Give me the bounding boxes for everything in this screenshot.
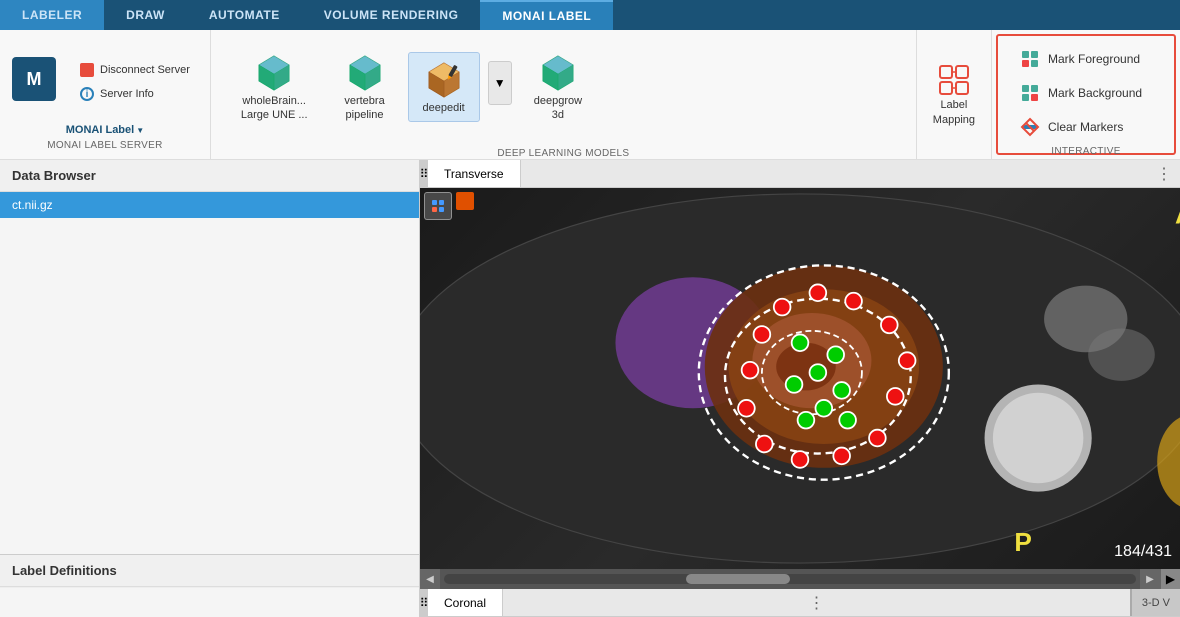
viewport-toolbar [424, 192, 474, 220]
mark-foreground-button[interactable]: Mark Foreground [1010, 44, 1162, 74]
mark-background-label: Mark Background [1048, 86, 1142, 100]
viewport-tabs: ⠿ Transverse ⋮ [420, 160, 1180, 188]
interactive-section: Mark Foreground Mark Background [996, 34, 1176, 155]
clear-markers-button[interactable]: Clear Markers [1010, 112, 1162, 142]
server-info-label: Server Info [100, 88, 154, 100]
dl-models-container: wholeBrain...Large UNE ... vertebrapipel… [211, 30, 916, 144]
file-item-ct[interactable]: ct.nii.gz [0, 192, 419, 218]
left-panel: Data Browser ct.nii.gz Label Definitions [0, 160, 420, 617]
vertebra-icon [344, 52, 386, 94]
tab-coronal[interactable]: Coronal [428, 589, 503, 616]
label-mapping-label: LabelMapping [933, 98, 975, 127]
disconnect-server-button[interactable]: Disconnect Server [72, 60, 198, 80]
ct-image-viewport[interactable]: A R L P [420, 188, 1180, 569]
dl-section-title: DEEP LEARNING MODELS [211, 144, 916, 159]
disconnect-icon [80, 63, 94, 77]
monai-section-title: MONAI LABEL SERVER [47, 136, 162, 151]
tab-transverse[interactable]: Transverse [428, 160, 521, 187]
deepgrow3d-label: deepgrow3d [534, 94, 582, 123]
frame-counter: 184/431 [1114, 543, 1172, 561]
whole-brain-label: wholeBrain...Large UNE ... [241, 94, 308, 123]
nav-monai-label[interactable]: MONAI LABEL [480, 0, 613, 30]
mark-background-button[interactable]: Mark Background [1010, 78, 1162, 108]
label-defs-header: Label Definitions [0, 554, 419, 587]
tool-crosshair[interactable] [424, 192, 452, 220]
scroll-thumb[interactable] [686, 574, 790, 584]
deepgrow3d-icon [537, 52, 579, 94]
model-deepedit[interactable]: deepedit [408, 52, 480, 122]
coronal-tab-bar: ⠿ Coronal ⋮ 3-D V [420, 589, 1180, 617]
disconnect-label: Disconnect Server [100, 64, 190, 76]
3d-label-text: 3-D V [1142, 597, 1170, 609]
viewport-area: ⠿ Transverse ⋮ [420, 160, 1180, 617]
data-browser-header: Data Browser [0, 160, 419, 192]
crosshair-icon [430, 198, 446, 214]
interactive-section-title: INTERACTIVE [1010, 142, 1162, 157]
color-indicator [456, 192, 474, 210]
mark-foreground-label: Mark Foreground [1048, 52, 1140, 66]
nav-automate[interactable]: AUTOMATE [187, 0, 302, 30]
dropdown-arrow: ▼ [136, 126, 144, 135]
monai-logo: M [12, 57, 56, 101]
viewport-menu-button[interactable]: ⋮ [1148, 164, 1180, 184]
nav-volume-rendering[interactable]: VOLUME RENDERING [302, 0, 481, 30]
mark-background-icon [1020, 83, 1040, 103]
model-vertebra[interactable]: vertebrapipeline [330, 46, 400, 129]
model-deepgrow3d[interactable]: deepgrow3d [520, 46, 596, 129]
model-whole-brain[interactable]: wholeBrain...Large UNE ... [227, 46, 322, 129]
info-icon: i [80, 87, 94, 101]
scroll-left[interactable]: ◀ [420, 569, 440, 589]
3d-view-label: 3-D V [1130, 589, 1180, 616]
deepedit-icon [423, 59, 465, 101]
nav-draw[interactable]: DRAW [104, 0, 187, 30]
clear-markers-label: Clear Markers [1048, 120, 1123, 134]
scroll-track[interactable] [444, 574, 1136, 584]
nav-labeler[interactable]: LABELER [0, 0, 104, 30]
dl-section: wholeBrain...Large UNE ... vertebrapipel… [211, 30, 917, 159]
scroll-area: ◀ ▶ ▶ [420, 569, 1180, 589]
start-text: MONAI Label [66, 124, 134, 136]
ct-overlay: A R L P [420, 188, 1180, 569]
monai-label-server-section: M Disconnect Server i Server Info MONAI … [0, 30, 211, 159]
coronal-menu-button[interactable]: ⋮ [800, 593, 832, 613]
svg-text:P: P [1014, 527, 1031, 557]
coronal-tab-handle[interactable]: ⠿ [420, 589, 428, 617]
mark-foreground-icon [1020, 49, 1040, 69]
clear-markers-icon [1020, 117, 1040, 137]
deepedit-label: deepedit [423, 101, 465, 115]
start-label[interactable]: MONAI Label ▼ [66, 124, 144, 136]
server-buttons: Disconnect Server i Server Info [72, 60, 198, 104]
viewport-split-handle[interactable]: ▶ [1160, 569, 1180, 589]
label-mapping-icon [936, 62, 972, 98]
whole-brain-icon [253, 52, 295, 94]
interactive-buttons: Mark Foreground Mark Background [1010, 44, 1162, 142]
ribbon: M Disconnect Server i Server Info MONAI … [0, 30, 1180, 160]
tab-handle-left[interactable]: ⠿ [420, 160, 428, 188]
server-info-button[interactable]: i Server Info [72, 84, 198, 104]
scroll-right[interactable]: ▶ [1140, 569, 1160, 589]
nav-bar: LABELER DRAW AUTOMATE VOLUME RENDERING M… [0, 0, 1180, 30]
vertebra-label: vertebrapipeline [344, 94, 384, 123]
models-dropdown-button[interactable]: ▼ [488, 61, 512, 105]
label-mapping-section: LabelMapping [917, 30, 992, 159]
